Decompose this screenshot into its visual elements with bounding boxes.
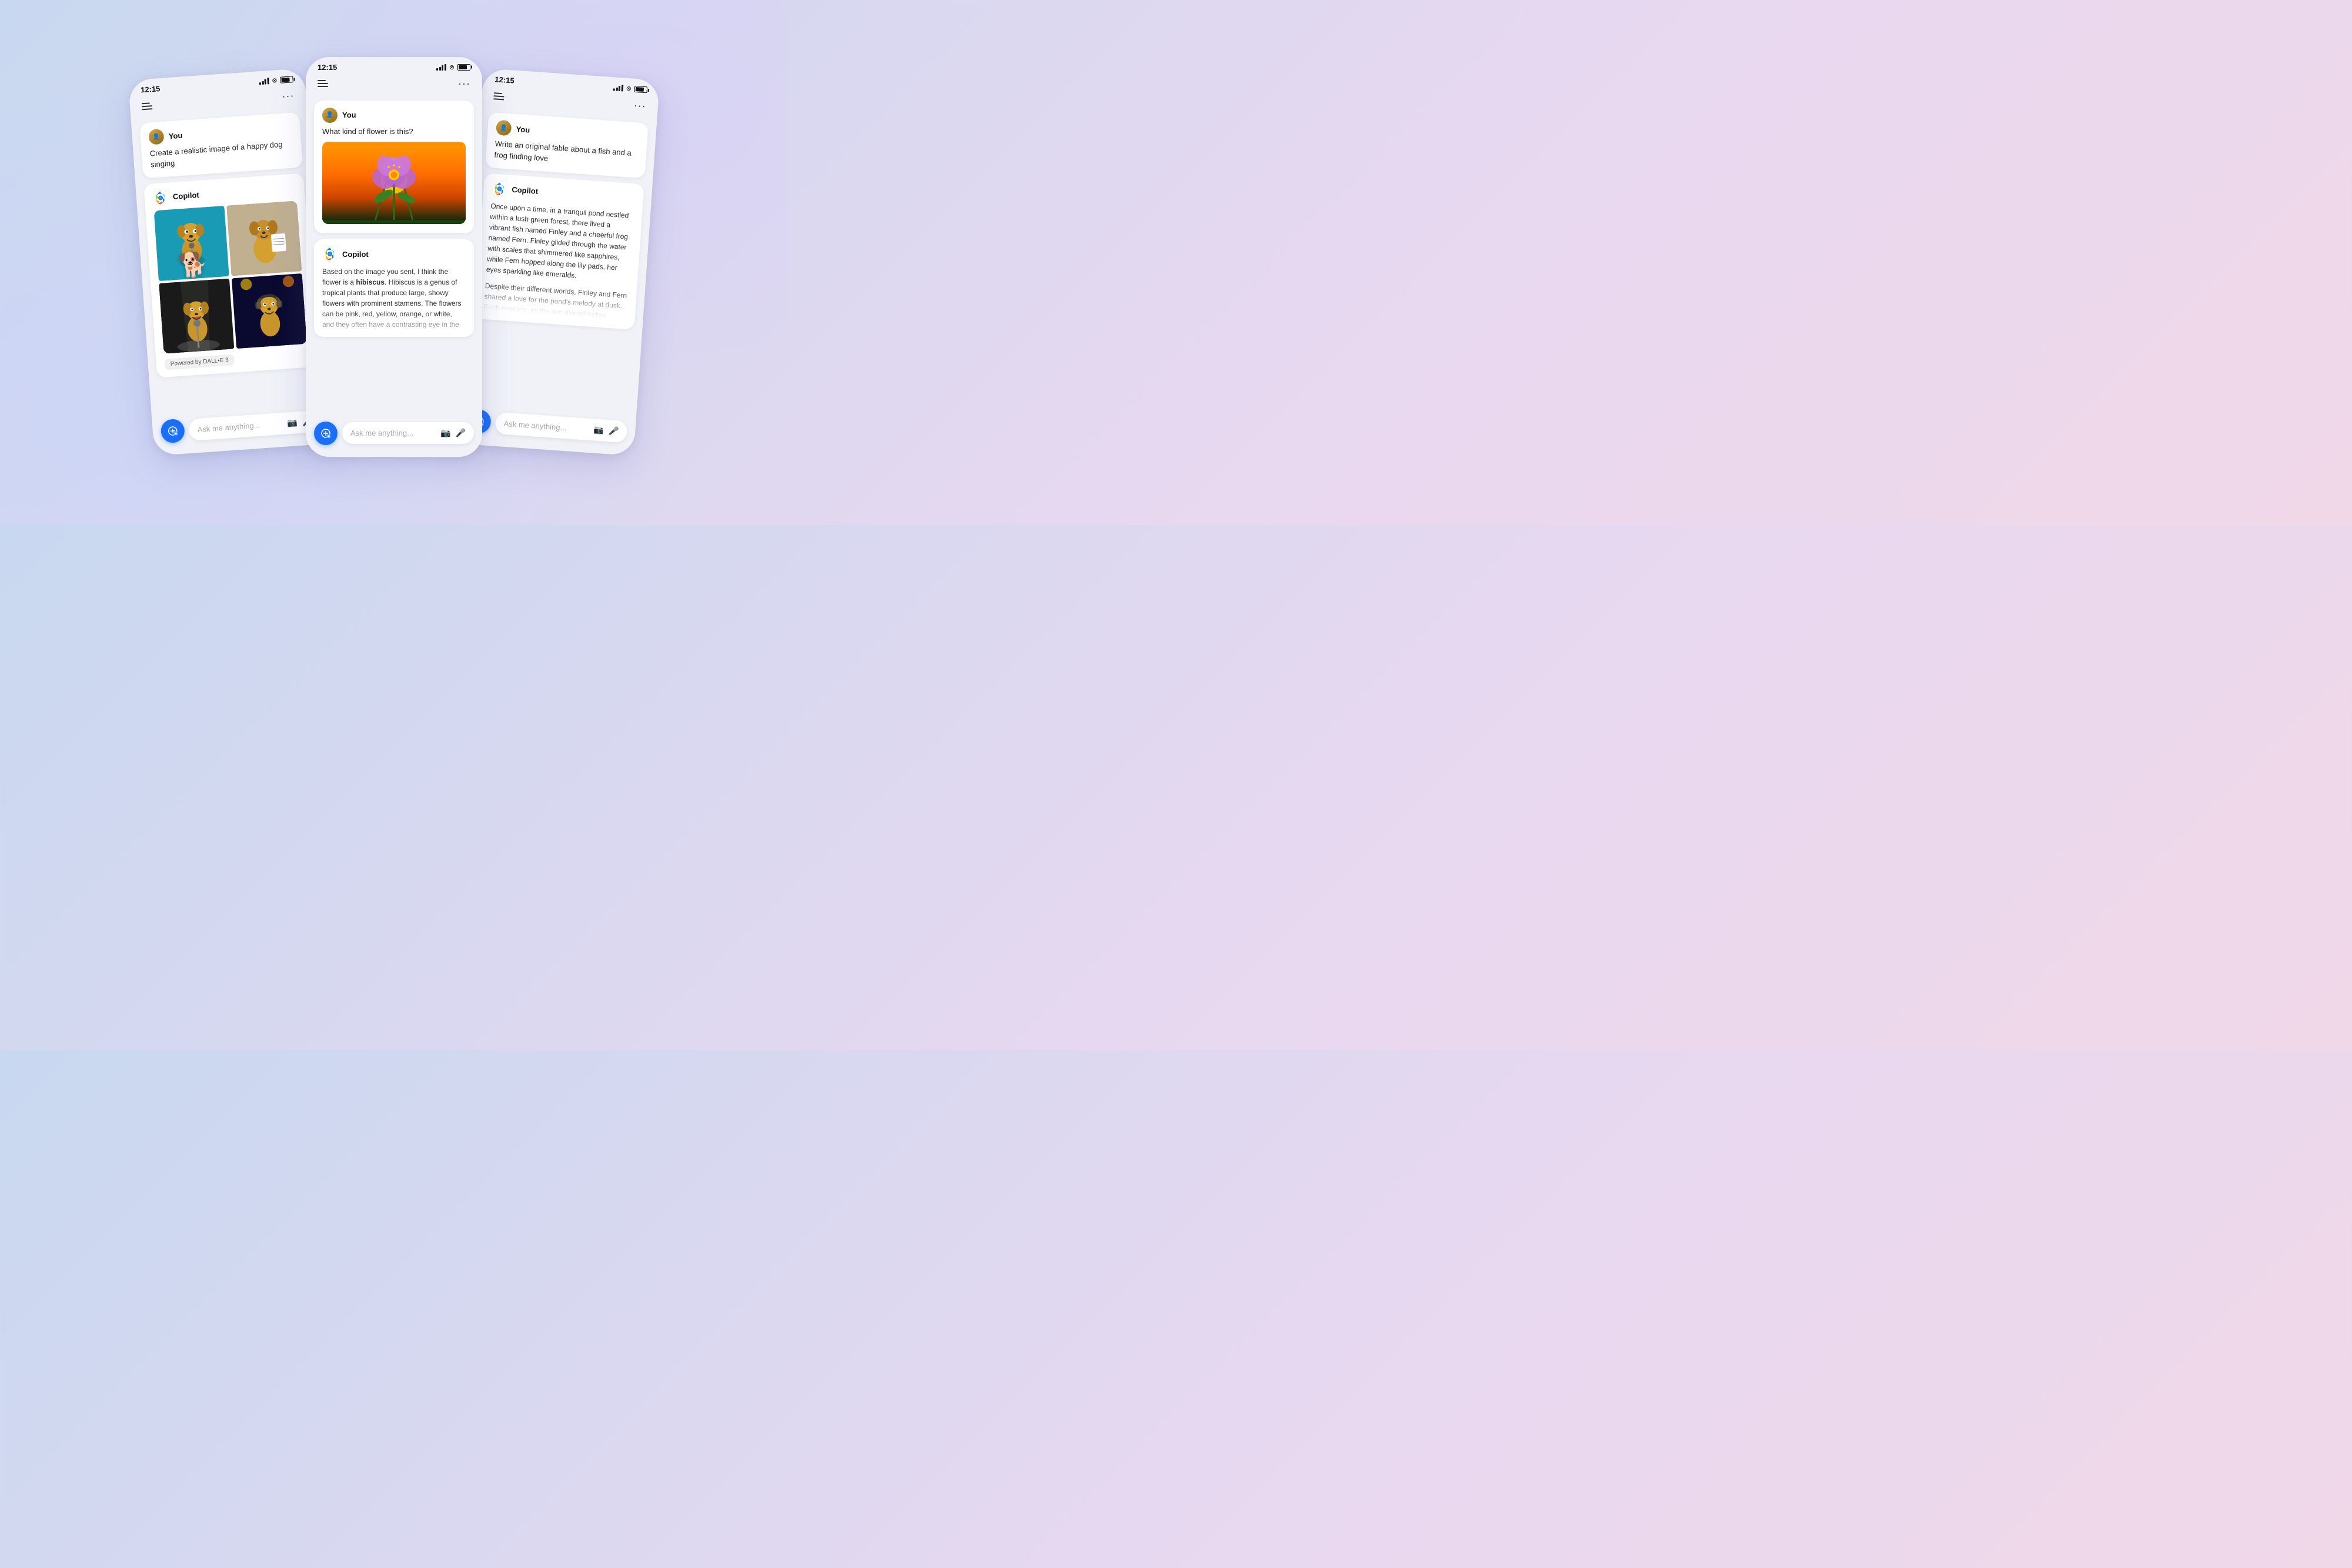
copilot-name-center: Copilot bbox=[342, 250, 369, 259]
input-area-center: Ask me anything... 📷 🎤 bbox=[306, 416, 482, 457]
dog-image-2 bbox=[226, 200, 302, 276]
dots-menu-center[interactable]: ··· bbox=[458, 78, 470, 90]
copilot-bubble-right: Copilot Once upon a time, in a tranquil … bbox=[475, 173, 644, 329]
input-icons-right: 📷 🎤 bbox=[593, 424, 619, 436]
battery-icon-center bbox=[457, 64, 470, 71]
user-avatar-left: 👤 bbox=[148, 128, 165, 145]
phone-right-inner: 12:15 ⊗ bbox=[457, 68, 660, 455]
status-time-center: 12:15 bbox=[318, 63, 337, 72]
flower-image bbox=[322, 142, 466, 224]
user-bubble-right: 👤 You Write an original fable about a fi… bbox=[485, 112, 649, 178]
status-time-right: 12:15 bbox=[495, 75, 514, 85]
signal-icon-right bbox=[613, 84, 623, 91]
camera-icon-left[interactable]: 📷 bbox=[287, 417, 298, 427]
wifi-icon-right: ⊗ bbox=[626, 84, 632, 92]
dog-image-grid: 🐕 bbox=[154, 200, 307, 353]
status-icons-left: ⊗ bbox=[259, 75, 293, 85]
chat-area-left: 👤 You Create a realistic image of a happ… bbox=[131, 105, 328, 414]
copilot-bubble-center: Copilot Based on the image you sent, I t… bbox=[314, 239, 474, 337]
chat-area-right: 👤 You Write an original fable about a fi… bbox=[460, 105, 657, 414]
phones-container: 12:15 ⊗ bbox=[129, 63, 659, 463]
copilot-name-left: Copilot bbox=[172, 190, 199, 201]
phone-left: 12:15 ⊗ bbox=[128, 68, 330, 455]
signal-icon-center bbox=[436, 64, 446, 71]
input-placeholder-right: Ask me anything... bbox=[503, 419, 567, 432]
copilot-text-center: Based on the image you sent, I think the… bbox=[322, 266, 466, 330]
user-bubble-center: 👤 You What kind of flower is this? bbox=[314, 101, 474, 234]
wifi-icon-center: ⊗ bbox=[449, 63, 455, 71]
user-avatar-img-center: 👤 bbox=[322, 108, 338, 123]
user-avatar-center: 👤 bbox=[322, 108, 338, 123]
copilot-logo-right bbox=[492, 180, 508, 197]
input-placeholder-left: Ask me anything... bbox=[197, 420, 260, 433]
user-avatar-img-right: 👤 bbox=[496, 119, 512, 136]
input-placeholder-center: Ask me anything... bbox=[350, 429, 413, 437]
dalle-badge: Powered by DALL•E 3 bbox=[164, 354, 235, 370]
mic-icon-center[interactable]: 🎤 bbox=[456, 428, 466, 438]
user-name-left: You bbox=[168, 131, 183, 141]
add-icon-left bbox=[168, 426, 178, 436]
copilot-header-center: Copilot bbox=[322, 246, 466, 262]
phone-center-inner: 12:15 ⊗ bbox=[306, 57, 482, 457]
dog-image-1: 🐕 bbox=[154, 205, 229, 280]
chat-area-center: 👤 You What kind of flower is this? bbox=[306, 95, 482, 416]
copilot-fable-p2: Despite their different worlds, Finley a… bbox=[483, 280, 629, 322]
copilot-name-right: Copilot bbox=[512, 185, 539, 195]
input-icons-center: 📷 🎤 bbox=[440, 428, 466, 438]
status-icons-right: ⊗ bbox=[613, 83, 647, 93]
dog-image-3 bbox=[159, 278, 234, 353]
copilot-fable-p1: Once upon a time, in a tranquil pond nes… bbox=[486, 200, 634, 285]
signal-icon-left bbox=[259, 78, 269, 85]
wifi-icon-left: ⊗ bbox=[272, 76, 278, 85]
dots-menu-left[interactable]: ··· bbox=[282, 89, 295, 102]
user-name-center: You bbox=[342, 111, 356, 119]
top-nav-center: ··· bbox=[306, 75, 482, 95]
hamburger-icon-center[interactable] bbox=[318, 80, 328, 87]
hibiscus-bold: hibiscus bbox=[356, 278, 385, 286]
add-icon-center bbox=[321, 429, 330, 438]
dog-silhouette-1: 🐕 bbox=[178, 249, 209, 279]
phone-right: 12:15 ⊗ bbox=[457, 68, 660, 455]
add-button-center[interactable] bbox=[314, 422, 338, 445]
user-avatar-img-left: 👤 bbox=[148, 128, 165, 145]
phone-left-inner: 12:15 ⊗ bbox=[128, 68, 330, 455]
mic-icon-right[interactable]: 🎤 bbox=[608, 425, 619, 436]
dalle-badge-text: Powered by DALL•E 3 bbox=[170, 356, 229, 367]
battery-icon-left bbox=[280, 76, 293, 83]
hamburger-icon-right[interactable] bbox=[493, 92, 505, 99]
user-avatar-right: 👤 bbox=[496, 119, 512, 136]
copilot-bubble-left: Copilot 🐕 bbox=[143, 173, 316, 377]
input-box-right[interactable]: Ask me anything... 📷 🎤 bbox=[495, 412, 627, 443]
hamburger-icon-left[interactable] bbox=[142, 102, 153, 109]
dog-image-4 bbox=[232, 273, 307, 348]
status-time-left: 12:15 bbox=[141, 84, 161, 94]
user-message-center: What kind of flower is this? bbox=[322, 126, 466, 138]
user-header-center: 👤 You bbox=[322, 108, 466, 123]
input-box-center[interactable]: Ask me anything... 📷 🎤 bbox=[342, 422, 474, 444]
phone-center: 12:15 ⊗ bbox=[306, 57, 482, 457]
battery-icon-right bbox=[634, 85, 648, 93]
copilot-logo-center bbox=[322, 246, 338, 262]
camera-icon-right[interactable]: 📷 bbox=[593, 424, 604, 434]
status-bar-center: 12:15 ⊗ bbox=[306, 57, 482, 75]
user-bubble-left: 👤 You Create a realistic image of a happ… bbox=[139, 112, 303, 178]
add-button-left[interactable] bbox=[160, 418, 185, 443]
camera-icon-center[interactable]: 📷 bbox=[440, 428, 450, 438]
status-icons-center: ⊗ bbox=[436, 63, 470, 71]
input-box-left[interactable]: Ask me anything... 📷 🎤 bbox=[188, 409, 321, 440]
copilot-logo-left bbox=[152, 189, 169, 206]
user-name-right: You bbox=[516, 124, 530, 134]
dots-menu-right[interactable]: ··· bbox=[633, 99, 646, 112]
